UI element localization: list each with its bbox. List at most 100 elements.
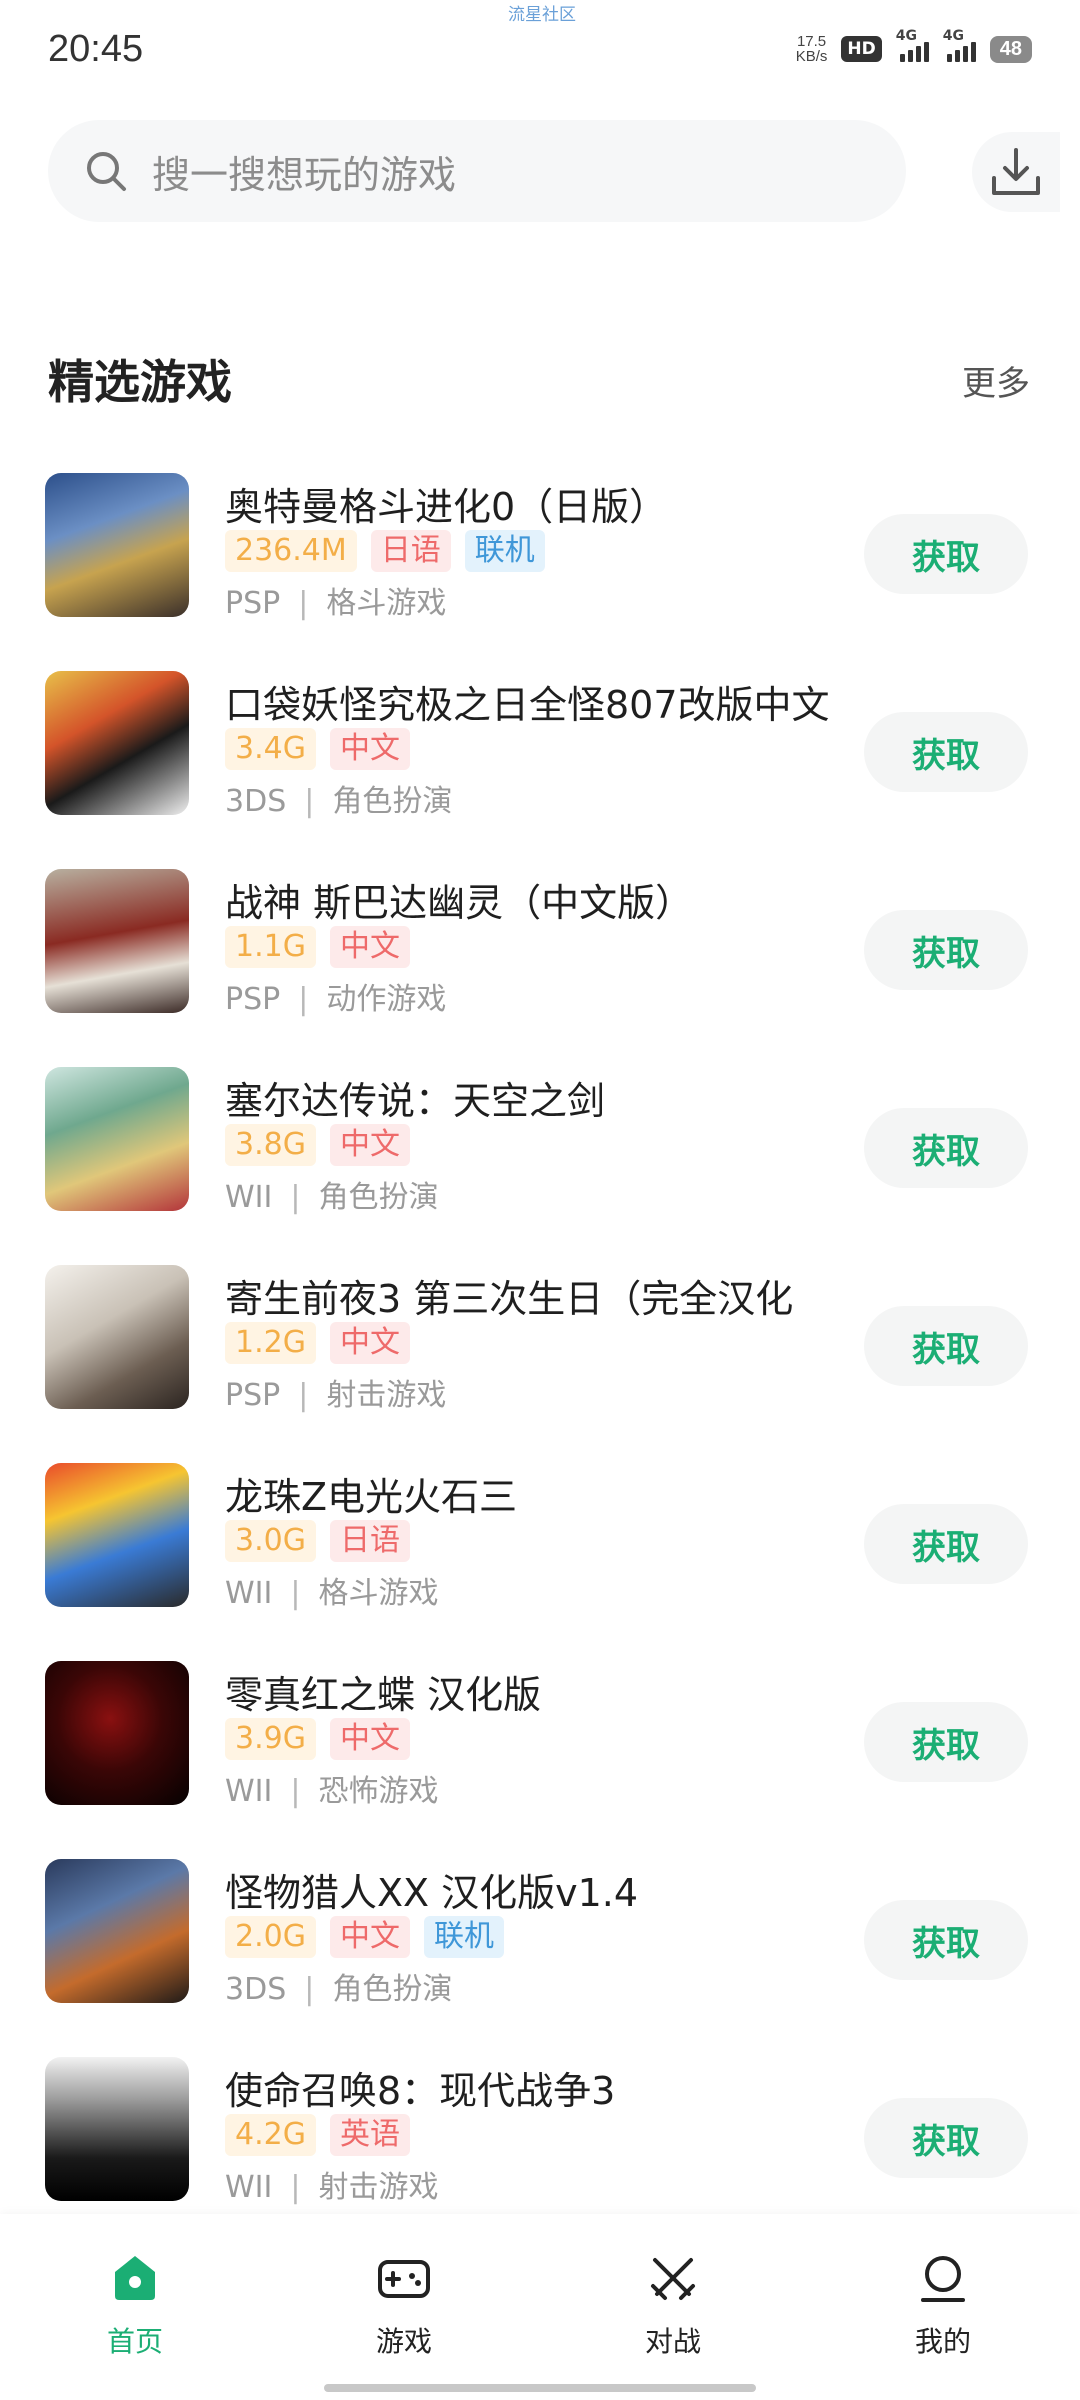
game-name: 怪物猎人XX 汉化版v1.4 <box>225 1871 639 1915</box>
net-speed: 17.5 KB/s <box>795 33 828 65</box>
game-name: 龙珠Z电光火石三 <box>225 1475 518 1519</box>
game-name: 战神 斯巴达幽灵（中文版） <box>225 881 694 925</box>
game-item[interactable]: 塞尔达传说：天空之剑 3.8G 中文 WII | 角色扮演 获取 <box>0 1064 1080 1262</box>
language-badge: 中文 <box>329 728 410 770</box>
home-icon <box>115 2256 155 2300</box>
game-tags: 3.4G 中文 <box>225 728 410 770</box>
download-icon <box>992 148 1040 195</box>
game-meta: PSP | 动作游戏 <box>225 982 447 1017</box>
get-button[interactable]: 获取 <box>864 1306 1028 1386</box>
game-item[interactable]: 寄生前夜3 第三次生日（完全汉化 1.2G 中文 PSP | 射击游戏 获取 <box>0 1262 1080 1460</box>
battery-icon: 48 <box>989 35 1032 63</box>
size-badge: 2.0G <box>225 1916 316 1958</box>
language-badge: 中文 <box>329 926 410 968</box>
language-badge: 中文 <box>329 1916 410 1958</box>
status-icons: 17.5 KB/s HD 4G 4G 48 <box>795 28 1032 65</box>
nav-label-mine: 我的 <box>914 2325 971 2358</box>
game-item[interactable]: 龙珠Z电光火石三 3.0G 日语 WII | 格斗游戏 获取 <box>0 1460 1080 1658</box>
gamepad-icon <box>378 2260 430 2298</box>
get-button[interactable]: 获取 <box>864 910 1028 990</box>
hd-icon: HD <box>841 36 882 62</box>
search-placeholder: 搜一搜想玩的游戏 <box>152 152 457 197</box>
search-input[interactable]: 搜一搜想玩的游戏 <box>48 120 906 222</box>
game-item[interactable]: 零真红之蝶 汉化版 3.9G 中文 WII | 恐怖游戏 获取 <box>0 1658 1080 1856</box>
game-cover-image[interactable] <box>45 1067 189 1211</box>
get-button[interactable]: 获取 <box>864 1900 1028 1980</box>
language-badge: 中文 <box>329 1124 410 1166</box>
section-title: 精选游戏 <box>48 355 232 409</box>
nav-item-mine[interactable]: 我的 <box>863 2250 1023 2360</box>
bottom-nav: 首页 游戏 对战 我的 <box>0 2214 1080 2400</box>
download-button[interactable] <box>972 132 1060 212</box>
game-item[interactable]: 奥特曼格斗进化0（日版） 236.4M 日语 联机 PSP | 格斗游戏 获取 <box>0 470 1080 668</box>
search-icon <box>87 152 126 191</box>
game-cover-image[interactable] <box>45 2057 189 2201</box>
game-tags: 2.0G 中文 联机 <box>225 1916 504 1958</box>
game-name: 塞尔达传说：天空之剑 <box>225 1079 606 1123</box>
get-button[interactable]: 获取 <box>864 2098 1028 2178</box>
game-list: 奥特曼格斗进化0（日版） 236.4M 日语 联机 PSP | 格斗游戏 获取 口袋… <box>0 470 1080 2252</box>
get-button[interactable]: 获取 <box>864 712 1028 792</box>
get-button[interactable]: 获取 <box>864 514 1028 594</box>
nav-item-home[interactable]: 首页 <box>55 2250 215 2360</box>
game-meta: PSP | 射击游戏 <box>225 1378 447 1413</box>
game-cover-image[interactable] <box>45 1265 189 1409</box>
game-meta: WII | 角色扮演 <box>225 1180 439 1215</box>
game-name: 零真红之蝶 汉化版 <box>225 1673 542 1717</box>
game-meta: WII | 射击游戏 <box>225 2170 439 2205</box>
nav-item-battle[interactable]: 对战 <box>593 2250 753 2360</box>
get-button[interactable]: 获取 <box>864 1108 1028 1188</box>
game-meta: WII | 格斗游戏 <box>225 1576 439 1611</box>
language-badge: 中文 <box>329 1718 410 1760</box>
game-cover-image[interactable] <box>45 1463 189 1607</box>
status-bar: 20:45 流星社区 17.5 KB/s HD 4G 4G 48 <box>0 0 1080 100</box>
game-item[interactable]: 战神 斯巴达幽灵（中文版） 1.1G 中文 PSP | 动作游戏 获取 <box>0 866 1080 1064</box>
game-tags: 3.0G 日语 <box>225 1520 410 1562</box>
game-meta: 3DS | 角色扮演 <box>225 784 453 819</box>
online-badge: 联机 <box>423 1916 504 1958</box>
language-badge: 中文 <box>329 1322 410 1364</box>
game-cover-image[interactable] <box>45 1661 189 1805</box>
game-item[interactable]: 怪物猎人XX 汉化版v1.4 2.0G 中文 联机 3DS | 角色扮演 获取 <box>0 1856 1080 2054</box>
signal-icon: 4G <box>896 28 929 62</box>
status-center-text: 流星社区 <box>508 5 576 25</box>
game-cover-image[interactable] <box>45 1859 189 2003</box>
game-meta: PSP | 格斗游戏 <box>225 586 447 621</box>
size-badge: 3.8G <box>225 1124 316 1166</box>
status-time: 20:45 <box>48 28 144 70</box>
language-badge: 日语 <box>329 1520 410 1562</box>
game-tags: 1.1G 中文 <box>225 926 410 968</box>
size-badge: 1.2G <box>225 1322 316 1364</box>
user-icon <box>921 2256 965 2302</box>
size-badge: 1.1G <box>225 926 316 968</box>
game-cover-image[interactable] <box>45 473 189 617</box>
nav-label-battle: 对战 <box>644 2325 701 2358</box>
game-item[interactable]: 口袋妖怪究极之日全怪807改版中文 3.4G 中文 3DS | 角色扮演 获取 <box>0 668 1080 866</box>
nav-label-games: 游戏 <box>375 2325 432 2358</box>
crossed-swords-icon <box>651 2258 695 2300</box>
size-badge: 3.0G <box>225 1520 316 1562</box>
online-badge: 联机 <box>464 530 545 572</box>
size-badge: 4.2G <box>225 2114 316 2156</box>
game-cover-image[interactable] <box>45 869 189 1013</box>
size-badge: 3.9G <box>225 1718 316 1760</box>
language-badge: 英语 <box>329 2114 410 2156</box>
game-name: 寄生前夜3 第三次生日（完全汉化 <box>225 1277 794 1321</box>
size-badge: 236.4M <box>225 530 357 572</box>
game-cover-image[interactable] <box>45 671 189 815</box>
game-tags: 1.2G 中文 <box>225 1322 410 1364</box>
game-tags: 236.4M 日语 联机 <box>225 530 545 572</box>
home-indicator[interactable] <box>324 2384 756 2392</box>
game-name: 口袋妖怪究极之日全怪807改版中文 <box>225 683 830 727</box>
more-link[interactable]: 更多 <box>962 356 1030 405</box>
game-name: 奥特曼格斗进化0（日版） <box>225 485 668 529</box>
get-button[interactable]: 获取 <box>864 1504 1028 1584</box>
signal-icon-2: 4G <box>943 28 976 62</box>
game-meta: WII | 恐怖游戏 <box>225 1774 439 1809</box>
get-button[interactable]: 获取 <box>864 1702 1028 1782</box>
nav-label-home: 首页 <box>106 2325 163 2358</box>
game-tags: 3.8G 中文 <box>225 1124 410 1166</box>
nav-item-games[interactable]: 游戏 <box>324 2250 484 2360</box>
game-tags: 4.2G 英语 <box>225 2114 410 2156</box>
game-name: 使命召唤8：现代战争3 <box>225 2069 616 2113</box>
